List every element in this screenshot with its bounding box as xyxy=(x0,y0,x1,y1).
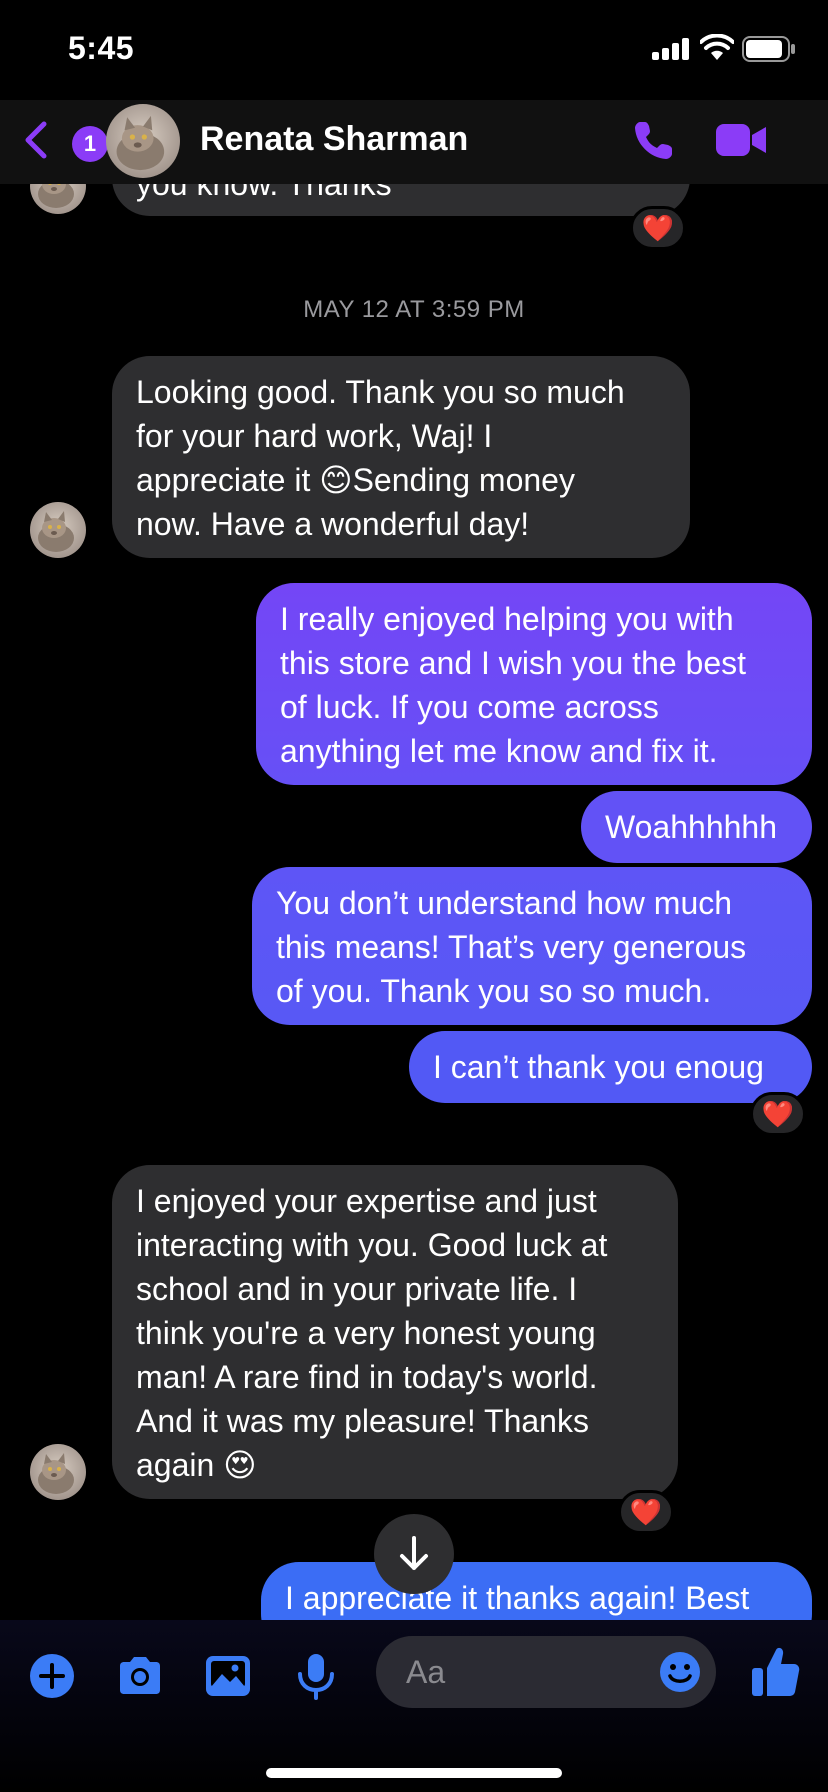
message-input-container[interactable] xyxy=(376,1636,716,1708)
message-input[interactable] xyxy=(406,1650,636,1694)
message-bubble-outgoing[interactable]: I appreciate it thanks again! Best xyxy=(261,1562,812,1620)
message-text: You don’t understand how much this means… xyxy=(276,885,747,1009)
message-bubble-outgoing[interactable]: Woahhhhhh xyxy=(581,791,812,863)
message-text: I can’t thank you enoug xyxy=(433,1049,764,1085)
message-text: Woahhhhhh xyxy=(605,809,777,845)
microphone-icon[interactable] xyxy=(290,1650,342,1702)
heart-reaction-icon[interactable]: ❤️ xyxy=(750,1092,806,1136)
plus-icon[interactable] xyxy=(26,1650,78,1702)
heart-reaction-icon[interactable]: ❤️ xyxy=(618,1490,674,1534)
message-composer xyxy=(0,1620,828,1792)
message-text: I appreciate it thanks again! Best xyxy=(285,1580,750,1616)
message-text: I enjoyed your expertise and just intera… xyxy=(136,1183,608,1483)
chevron-left-icon xyxy=(25,121,47,159)
camera-icon[interactable] xyxy=(114,1650,166,1702)
message-text: I really enjoyed helping you with this s… xyxy=(280,601,747,769)
phone-icon[interactable] xyxy=(630,116,678,164)
back-button[interactable]: 1 xyxy=(22,118,108,162)
thumbs-up-icon[interactable] xyxy=(750,1644,802,1700)
video-camera-icon[interactable] xyxy=(714,118,770,162)
contact-avatar[interactable] xyxy=(106,104,180,178)
contact-avatar-small xyxy=(30,502,86,558)
message-timestamp: MAY 12 AT 3:59 PM xyxy=(303,296,525,323)
conversation-header: 1 Renata Sharman xyxy=(0,100,828,184)
message-bubble-incoming[interactable]: I enjoyed your expertise and just intera… xyxy=(112,1165,678,1499)
message-bubble-outgoing[interactable]: You don’t understand how much this means… xyxy=(252,867,812,1025)
unread-count-badge: 1 xyxy=(72,126,108,162)
message-bubble-incoming[interactable]: Looking good. Thank you so much for your… xyxy=(112,356,690,558)
message-list[interactable]: you know. Thanks ❤️ MAY 12 AT 3:59 PM Lo… xyxy=(0,0,828,1620)
message-bubble-outgoing[interactable]: I really enjoyed helping you with this s… xyxy=(256,583,812,785)
heart-reaction-icon[interactable]: ❤️ xyxy=(630,206,686,250)
home-indicator[interactable] xyxy=(266,1768,562,1778)
scroll-to-bottom-button[interactable] xyxy=(374,1514,454,1594)
contact-name[interactable]: Renata Sharman xyxy=(200,120,468,159)
message-bubble-outgoing[interactable]: I can’t thank you enoug xyxy=(409,1031,812,1103)
photo-icon[interactable] xyxy=(202,1650,254,1702)
contact-avatar-small xyxy=(30,1444,86,1500)
message-text: Looking good. Thank you so much for your… xyxy=(136,374,625,542)
emoji-icon[interactable] xyxy=(658,1650,702,1694)
arrow-down-icon xyxy=(400,1536,428,1570)
